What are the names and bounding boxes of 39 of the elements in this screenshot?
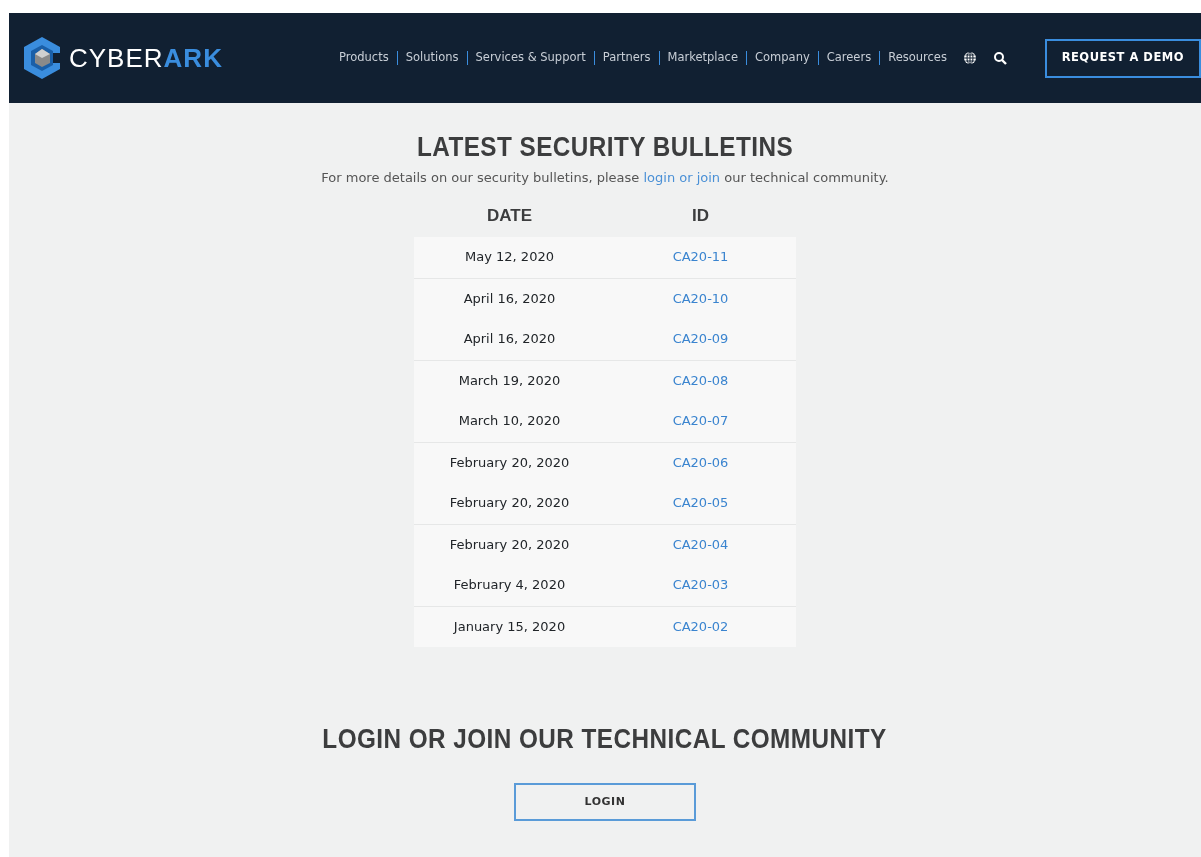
login-button[interactable]: LOGIN [514, 783, 696, 821]
nav-link[interactable]: Services & Support [475, 49, 586, 67]
nav-link[interactable]: Careers [826, 49, 872, 67]
column-header: DATE [487, 206, 532, 225]
bulletin-link[interactable]: CA20-02 [672, 618, 729, 634]
search-icon[interactable] [992, 51, 1007, 65]
bulletin-link[interactable]: CA20-06 [672, 454, 729, 470]
date-text: April 16, 2020 [463, 290, 556, 306]
bulletin-link[interactable]: CA20-04 [672, 536, 729, 552]
date-text: March 19, 2020 [458, 372, 561, 388]
globe-icon[interactable] [962, 51, 977, 65]
bulletin-link[interactable]: CA20-07 [672, 413, 729, 429]
date-text: February 4, 2020 [453, 577, 566, 593]
bulletin-link[interactable]: CA20-10 [672, 290, 729, 306]
bulletin-link[interactable]: CA20-08 [672, 372, 729, 388]
date-text: May 12, 2020 [465, 249, 554, 265]
nav-link[interactable]: Partners [602, 49, 651, 67]
nav-link[interactable]: Resources [888, 49, 947, 67]
logo-icon [23, 36, 61, 80]
date-text: February 20, 2020 [449, 536, 570, 552]
date-text: March 10, 2020 [458, 413, 561, 429]
bulletin-link[interactable]: CA20-03 [672, 577, 729, 593]
section-heading: LATEST SECURITY BULLETINS [416, 131, 794, 164]
bulletin-link[interactable]: CA20-09 [672, 331, 729, 347]
intro-text: For more details on our security bulletins, please login or join our technical community. [321, 168, 889, 187]
column-header: ID [692, 206, 709, 225]
section-heading: LOGIN OR JOIN OUR TECHNICAL COMMUNITY [322, 722, 888, 756]
bulletin-link[interactable]: CA20-11 [672, 249, 729, 265]
date-text: February 20, 2020 [449, 454, 570, 470]
date-text: January 15, 2020 [453, 618, 566, 634]
bulletin-link[interactable]: CA20-05 [672, 495, 729, 511]
nav-link[interactable]: Solutions [405, 49, 459, 67]
request-demo-button[interactable]: REQUEST A DEMO [1044, 38, 1201, 78]
date-text: February 20, 2020 [449, 495, 570, 511]
nav-link[interactable]: Marketplace [667, 49, 738, 67]
date-text: April 16, 2020 [463, 331, 556, 347]
logo-wordmark[interactable]: CYBERARK [69, 38, 223, 78]
nav-link[interactable]: Company [755, 49, 810, 67]
nav-link[interactable]: Products [339, 49, 389, 67]
